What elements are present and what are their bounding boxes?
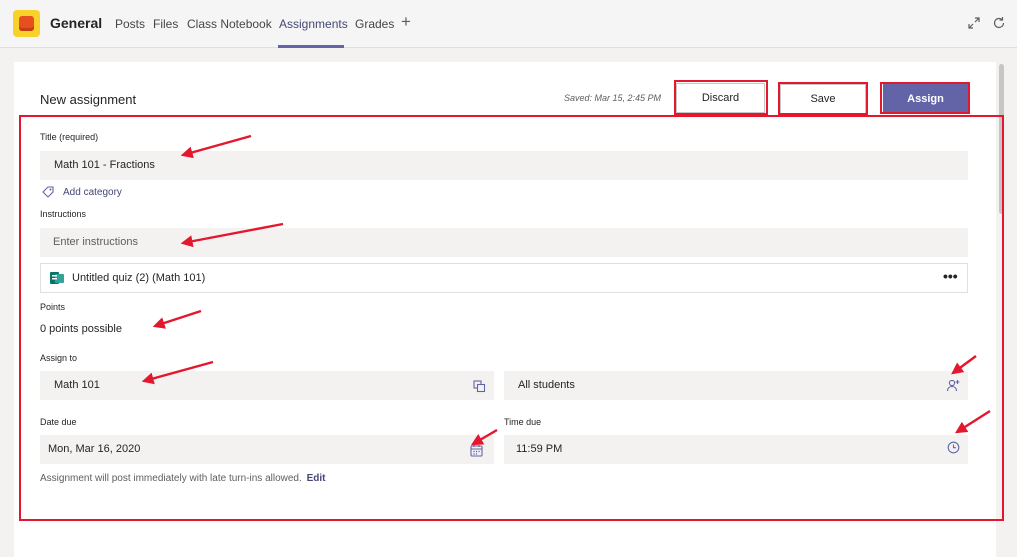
time-due-input[interactable]: 11:59 PM <box>504 435 968 464</box>
forms-icon <box>50 272 64 284</box>
tab-posts[interactable]: Posts <box>115 17 145 31</box>
assign-button[interactable]: Assign <box>883 84 968 114</box>
tab-grades[interactable]: Grades <box>355 17 394 31</box>
team-name: General <box>50 15 103 31</box>
add-tab-icon[interactable]: + <box>401 13 411 30</box>
calendar-icon[interactable] <box>470 444 483 457</box>
tag-icon <box>42 186 54 198</box>
date-due-label: Date due <box>40 417 77 427</box>
edit-link[interactable]: Edit <box>307 473 326 484</box>
copy-icon[interactable] <box>473 380 486 393</box>
title-label: Title (required) <box>40 132 99 142</box>
discard-button[interactable]: Discard <box>676 83 765 113</box>
date-due-input[interactable]: Mon, Mar 16, 2020 <box>40 435 494 464</box>
tab-class-notebook[interactable]: Class Notebook <box>187 17 272 31</box>
points-label: Points <box>40 302 66 312</box>
tab-files[interactable]: Files <box>153 17 178 31</box>
attachment-name[interactable]: Untitled quiz (2) (Math 101) <box>72 272 205 284</box>
add-category-link[interactable]: Add category <box>63 187 122 198</box>
active-tab-indicator <box>278 45 344 48</box>
save-button[interactable]: Save <box>780 84 866 114</box>
scrollbar-thumb[interactable] <box>999 64 1004 214</box>
assign-to-label: Assign to <box>40 353 78 363</box>
clock-icon[interactable] <box>947 441 960 454</box>
tab-assignments[interactable]: Assignments <box>279 17 348 31</box>
post-note: Assignment will post immediately with la… <box>40 473 302 484</box>
title-input[interactable]: Math 101 - Fractions <box>40 151 968 180</box>
points-value[interactable]: 0 points possible <box>40 323 122 335</box>
time-due-label: Time due <box>504 417 542 427</box>
add-student-icon[interactable] <box>946 378 961 393</box>
team-logo-icon <box>13 10 40 37</box>
instructions-input[interactable]: Enter instructions <box>40 228 968 257</box>
expand-icon[interactable] <box>967 16 981 30</box>
students-select[interactable]: All students <box>504 371 968 400</box>
more-options-icon[interactable]: ••• <box>943 268 958 284</box>
class-select[interactable]: Math 101 <box>40 371 494 400</box>
page-title: New assignment <box>40 92 137 107</box>
refresh-icon[interactable] <box>992 16 1006 30</box>
saved-status: Saved: Mar 15, 2:45 PM <box>564 93 662 103</box>
instructions-label: Instructions <box>40 209 87 219</box>
